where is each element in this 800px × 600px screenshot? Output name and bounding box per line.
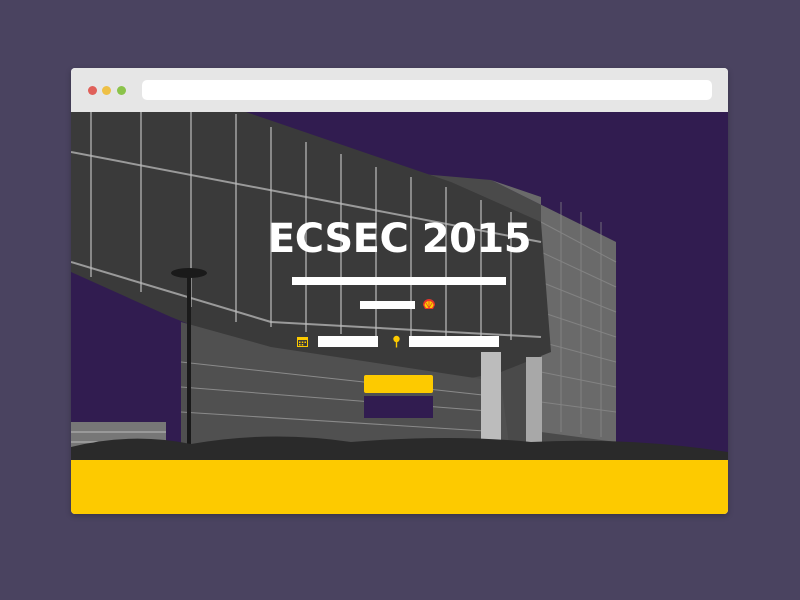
close-window-button[interactable] xyxy=(88,86,97,95)
browser-window: ECSEC 2015 xyxy=(71,68,728,514)
location-placeholder xyxy=(409,336,499,347)
yellow-footer-band xyxy=(71,460,728,514)
secondary-button[interactable] xyxy=(364,396,433,418)
browser-toolbar xyxy=(71,68,728,112)
hero-section: ECSEC 2015 xyxy=(71,112,728,460)
maximize-window-button[interactable] xyxy=(117,86,126,95)
organizer-placeholder xyxy=(360,301,415,309)
register-button[interactable] xyxy=(364,375,433,393)
subtitle-placeholder xyxy=(292,277,506,285)
address-bar[interactable] xyxy=(142,80,712,100)
location-pin-icon xyxy=(393,335,400,348)
calendar-icon xyxy=(297,337,308,347)
page-title: ECSEC 2015 xyxy=(267,216,532,262)
minimize-window-button[interactable] xyxy=(102,86,111,95)
shell-logo-icon xyxy=(423,299,435,309)
date-placeholder xyxy=(318,336,378,347)
